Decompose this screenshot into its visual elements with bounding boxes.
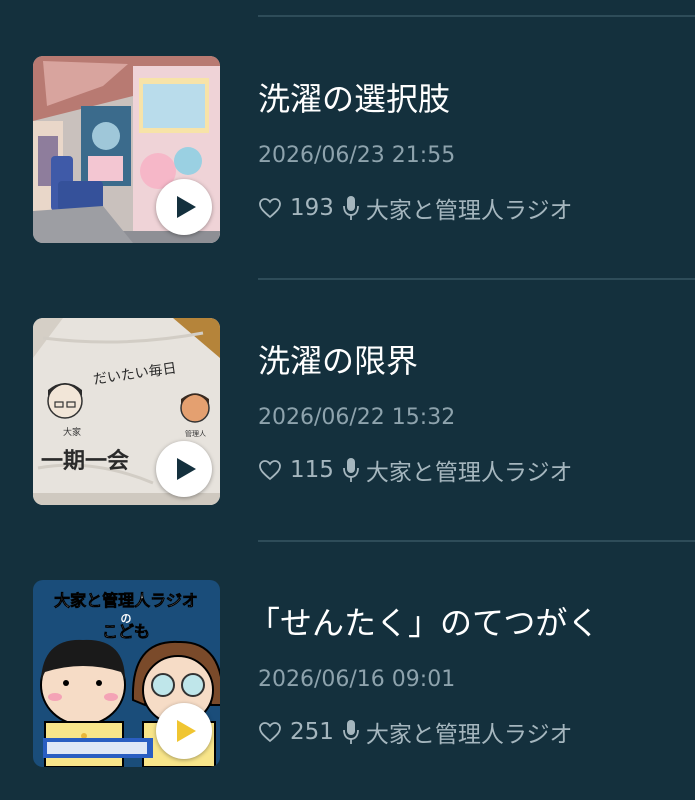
play-icon bbox=[177, 458, 196, 480]
play-button[interactable] bbox=[156, 441, 212, 497]
like-count: 115 bbox=[290, 457, 334, 483]
episode-title[interactable]: 洗濯の選択肢 bbox=[258, 78, 450, 120]
channel-name[interactable]: 大家と管理人ラジオ bbox=[366, 453, 573, 487]
episode-meta: 115 大家と管理人ラジオ bbox=[258, 454, 572, 486]
heart-outline-icon[interactable] bbox=[258, 197, 282, 219]
play-icon bbox=[177, 720, 196, 742]
play-icon bbox=[177, 196, 196, 218]
episode-thumbnail[interactable] bbox=[33, 56, 220, 243]
microphone-icon bbox=[343, 720, 359, 744]
episode-meta: 193 大家と管理人ラジオ bbox=[258, 192, 572, 224]
microphone-icon bbox=[343, 196, 359, 220]
divider bbox=[258, 278, 695, 280]
episode-meta: 251 大家と管理人ラジオ bbox=[258, 716, 572, 748]
play-button[interactable] bbox=[156, 703, 212, 759]
play-button[interactable] bbox=[156, 179, 212, 235]
thumbnail-caption: こども bbox=[102, 622, 150, 641]
thumbnail-caption: 大家と管理人ラジオ bbox=[54, 591, 198, 610]
episode-date: 2026/06/23 21:55 bbox=[258, 143, 456, 168]
episode-item[interactable]: 大家 管理人 だいたい毎日 一期一会 洗濯の限界 2026/06/22 15:3… bbox=[0, 318, 695, 518]
episode-thumbnail[interactable]: 大家 管理人 だいたい毎日 一期一会 bbox=[33, 318, 220, 505]
channel-name[interactable]: 大家と管理人ラジオ bbox=[366, 715, 573, 749]
episode-item[interactable]: 大家と管理人ラジオ の こども 「せんたく」のてつがく 2026/06/16 0… bbox=[0, 580, 695, 780]
episode-title[interactable]: 「せんたく」のてつがく bbox=[248, 602, 599, 644]
channel-name[interactable]: 大家と管理人ラジオ bbox=[366, 191, 573, 225]
like-count: 251 bbox=[290, 719, 334, 745]
like-count: 193 bbox=[290, 195, 334, 221]
svg-text:管理人: 管理人 bbox=[185, 429, 206, 438]
heart-outline-icon[interactable] bbox=[258, 459, 282, 481]
thumbnail-caption: 一期一会 bbox=[41, 448, 129, 474]
microphone-icon bbox=[343, 458, 359, 482]
episode-thumbnail[interactable]: 大家と管理人ラジオ の こども bbox=[33, 580, 220, 767]
heart-outline-icon[interactable] bbox=[258, 721, 282, 743]
svg-text:大家: 大家 bbox=[63, 426, 81, 438]
episode-item[interactable]: 洗濯の選択肢 2026/06/23 21:55 193 大家と管理人ラジオ bbox=[0, 56, 695, 256]
episode-date: 2026/06/22 15:32 bbox=[258, 405, 456, 430]
divider bbox=[258, 540, 695, 542]
divider-top bbox=[258, 15, 695, 17]
episode-date: 2026/06/16 09:01 bbox=[258, 667, 456, 692]
episode-title[interactable]: 洗濯の限界 bbox=[258, 340, 418, 382]
